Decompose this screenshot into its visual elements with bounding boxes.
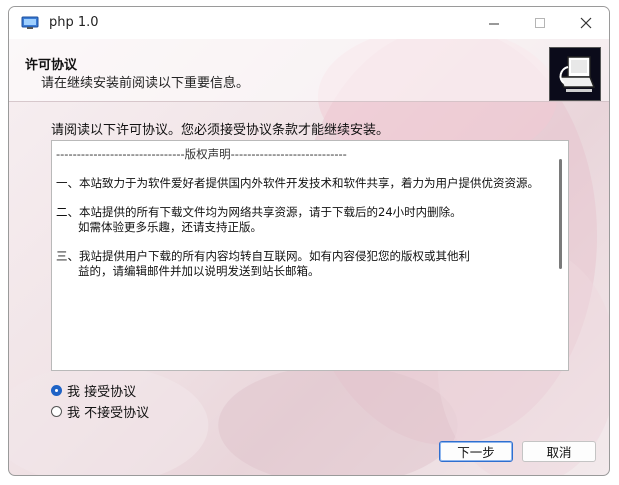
- installer-window: php 1.0 许可协议 请在继续安装前阅读以下重要信息。 请阅读以下许可协议。…: [8, 6, 610, 476]
- vertical-scrollbar[interactable]: [559, 159, 562, 269]
- cancel-button[interactable]: 取消: [522, 441, 596, 462]
- accept-radio-option[interactable]: 我 接受协议: [51, 381, 136, 400]
- title-bar[interactable]: php 1.0: [9, 7, 609, 39]
- page-subtitle: 请在继续安装前阅读以下重要信息。: [41, 76, 250, 91]
- license-paragraph: 二、本站提供的所有下载文件均为网络共享资源，请于下载后的24小时内删除。 如需体验…: [56, 205, 462, 234]
- wizard-header: 许可协议 请在继续安装前阅读以下重要信息。: [9, 39, 609, 102]
- installer-icon: [21, 16, 39, 30]
- license-content: -------------------------------版权声明-----…: [56, 147, 551, 293]
- setup-computer-icon: [558, 56, 596, 92]
- license-separator: -------------------------------版权声明-----…: [56, 147, 347, 161]
- license-textbox[interactable]: -------------------------------版权声明-----…: [51, 140, 569, 371]
- license-paragraph: 一、本站致力于为软件爱好者提供国内外软件开发技术和软件共享，着力为用户提供优资资…: [56, 176, 539, 190]
- accept-label: 我 接受协议: [67, 385, 137, 400]
- accept-radio[interactable]: [51, 385, 62, 396]
- maximize-button[interactable]: [517, 7, 563, 39]
- decline-radio-option[interactable]: 我 不接受协议: [51, 402, 149, 421]
- page-title: 许可协议: [25, 58, 78, 73]
- minimize-icon: [488, 23, 499, 24]
- license-paragraph: 三、我站提供用户下载的所有内容均转自互联网。如有内容侵犯您的版权或其他利 益的，请…: [56, 249, 470, 278]
- license-paragraph-cont: 益的，请编辑邮件并加以说明发送到站长邮箱。: [78, 264, 320, 278]
- decline-radio[interactable]: [51, 406, 62, 417]
- close-button[interactable]: [563, 7, 609, 39]
- next-button[interactable]: 下一步: [439, 441, 513, 462]
- setup-logo: [549, 47, 601, 101]
- instruction-text: 请阅读以下许可协议。您必须接受协议条款才能继续安装。: [51, 123, 390, 138]
- minimize-button[interactable]: [471, 7, 517, 39]
- maximize-icon: [534, 17, 545, 28]
- license-paragraph-cont: 如需体验更多乐趣，还请支持正版。: [78, 220, 262, 234]
- window-title: php 1.0: [49, 15, 99, 30]
- close-icon: [580, 17, 592, 29]
- decline-label: 我 不接受协议: [67, 406, 150, 421]
